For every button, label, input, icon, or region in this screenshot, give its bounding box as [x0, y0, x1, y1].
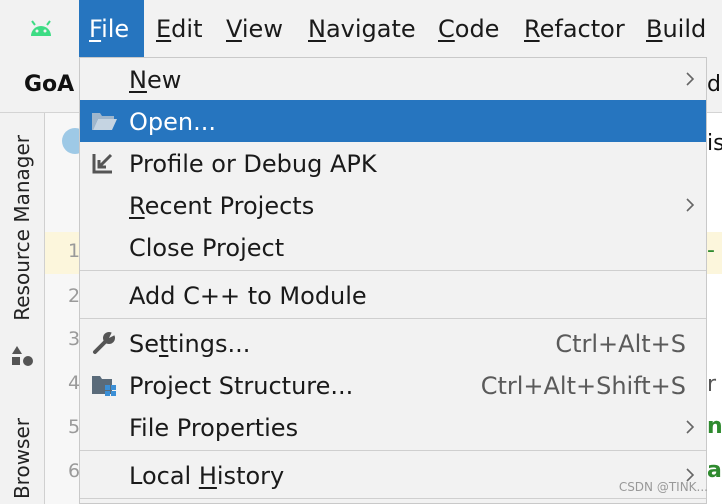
menu-item-new[interactable]: New	[80, 58, 706, 100]
code-fragment: is	[707, 131, 722, 156]
menu-item-settings[interactable]: Settings... Ctrl+Alt+S	[80, 322, 706, 364]
menu-separator	[80, 498, 706, 499]
menu-separator	[80, 450, 706, 451]
import-apk-icon	[92, 153, 113, 174]
menu-item-profile-debug-apk[interactable]: Profile or Debug APK	[80, 142, 706, 184]
left-tool-bar: Resource Manager Browser	[0, 113, 45, 504]
shortcut-label: Ctrl+Alt+S	[555, 330, 686, 358]
chevron-right-icon	[686, 72, 695, 86]
menu-bar: File Edit View Navigate Code Refactor Bu…	[0, 0, 722, 57]
code-fragment: r	[707, 372, 717, 397]
shapes-icon	[12, 346, 33, 366]
menu-item-add-cpp-to-module[interactable]: Add C++ to Module	[80, 274, 706, 316]
line-gutter	[45, 113, 81, 504]
menu-refactor[interactable]: Refactor	[514, 0, 635, 57]
folder-open-icon	[92, 113, 117, 130]
browser-tab[interactable]: Browser	[10, 418, 34, 499]
menu-file[interactable]: File	[79, 0, 144, 57]
menu-item-recent-projects[interactable]: Recent Projects	[80, 184, 706, 226]
watermark: CSDN @TINK...	[618, 480, 708, 494]
android-icon	[31, 20, 51, 36]
project-structure-icon	[92, 376, 116, 396]
menu-item-local-history[interactable]: Local History	[80, 454, 706, 496]
menu-separator	[80, 270, 706, 271]
code-fragment: a	[707, 458, 722, 483]
menu-item-close-project[interactable]: Close Project	[80, 226, 706, 268]
menu-item-file-properties[interactable]: File Properties	[80, 406, 706, 448]
project-name[interactable]: GoA	[24, 72, 74, 97]
menu-navigate[interactable]: Navigate	[298, 0, 426, 57]
wrench-icon	[93, 330, 117, 354]
menu-view[interactable]: View	[216, 0, 293, 57]
code-fragment: -	[707, 238, 715, 263]
code-fragment: do	[707, 72, 722, 97]
menu-build[interactable]: Build	[636, 0, 716, 57]
menu-separator	[80, 318, 706, 319]
code-fragment: n	[707, 414, 722, 439]
resource-manager-tab[interactable]: Resource Manager	[10, 135, 34, 321]
menu-item-open[interactable]: Open...	[80, 100, 706, 142]
chevron-right-icon	[686, 420, 695, 434]
chevron-right-icon	[686, 198, 695, 212]
file-menu-dropdown: New Open... Profile or Debug APK Recent …	[79, 57, 707, 504]
menu-edit[interactable]: Edit	[146, 0, 212, 57]
menu-code[interactable]: Code	[428, 0, 509, 57]
shortcut-label: Ctrl+Alt+Shift+S	[480, 372, 686, 400]
menu-item-project-structure[interactable]: Project Structure... Ctrl+Alt+Shift+S	[80, 364, 706, 406]
